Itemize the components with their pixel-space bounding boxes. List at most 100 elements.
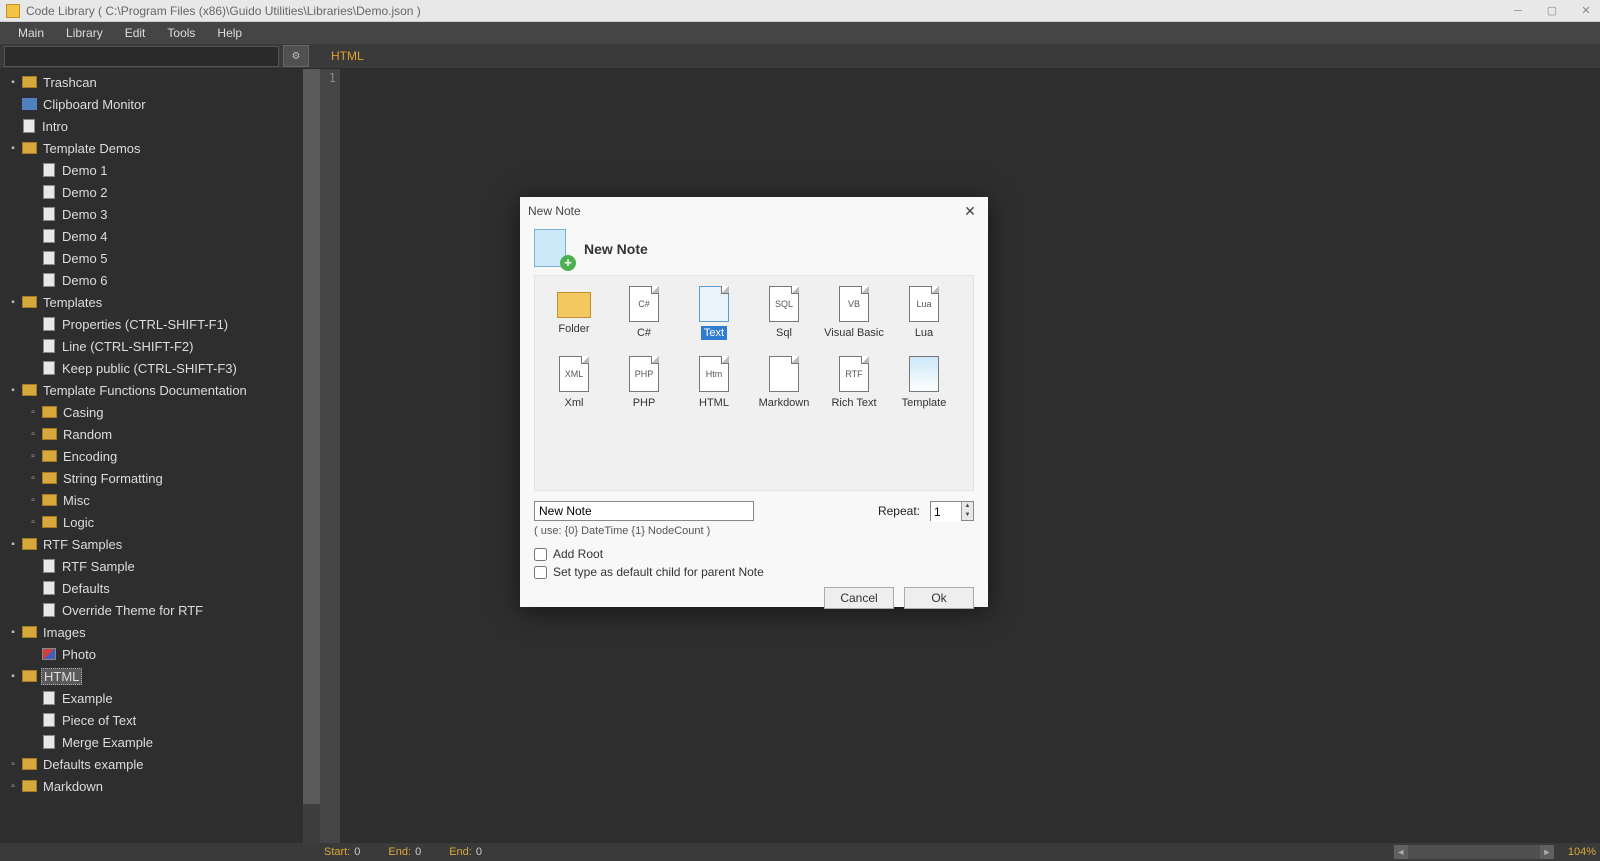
type-option[interactable]: XMLXml: [539, 352, 609, 422]
tree-item[interactable]: Defaults: [0, 577, 303, 599]
expand-icon[interactable]: ▫: [26, 429, 40, 440]
repeat-label: Repeat:: [878, 504, 920, 518]
menu-edit[interactable]: Edit: [115, 24, 156, 42]
file-icon: PHP: [629, 356, 659, 392]
expand-icon[interactable]: ▫: [26, 473, 40, 484]
tree-item[interactable]: ▪HTML: [0, 665, 303, 687]
spin-down[interactable]: ▼: [962, 511, 973, 520]
type-option[interactable]: LuaLua: [889, 282, 959, 352]
check-add-root[interactable]: Add Root: [534, 547, 974, 561]
tree-item[interactable]: ▪Templates: [0, 291, 303, 313]
expand-icon[interactable]: ▫: [26, 451, 40, 462]
type-option[interactable]: VBVisual Basic: [819, 282, 889, 352]
tree-item[interactable]: ▫Markdown: [0, 775, 303, 797]
collapse-icon[interactable]: ▪: [6, 385, 20, 396]
collapse-icon[interactable]: ▪: [6, 627, 20, 638]
settings-button[interactable]: ⚙: [283, 45, 309, 67]
type-option[interactable]: Template: [889, 352, 959, 422]
tree-item[interactable]: Override Theme for RTF: [0, 599, 303, 621]
tree-item-label: Trashcan: [41, 74, 99, 91]
check-default-type[interactable]: Set type as default child for parent Not…: [534, 565, 974, 579]
type-option[interactable]: PHP PHP: [609, 352, 679, 422]
folder-icon: [42, 516, 57, 528]
collapse-icon[interactable]: ▪: [6, 671, 20, 682]
tree-item[interactable]: ▫Casing: [0, 401, 303, 423]
expand-icon[interactable]: ▫: [6, 781, 20, 792]
repeat-spinner[interactable]: ▲▼: [930, 501, 974, 521]
tree-item[interactable]: ▪Template Demos: [0, 137, 303, 159]
tree-item[interactable]: ▫ Logic: [0, 511, 303, 533]
note-name-input[interactable]: [534, 501, 754, 521]
collapse-icon[interactable]: ▪: [6, 297, 20, 308]
sidebar-scrollbar[interactable]: [303, 69, 320, 843]
tree-item[interactable]: ▪RTF Samples: [0, 533, 303, 555]
expand-icon[interactable]: ▫: [26, 517, 40, 528]
repeat-input[interactable]: [931, 502, 961, 522]
tree-item[interactable]: ▫Encoding: [0, 445, 303, 467]
file-icon: [43, 603, 55, 617]
tree-item[interactable]: Example: [0, 687, 303, 709]
tree-item[interactable]: Demo 2: [0, 181, 303, 203]
ok-button[interactable]: Ok: [904, 587, 974, 609]
type-option[interactable]: Markdown: [749, 352, 819, 422]
maximize-button[interactable]: ▢: [1544, 3, 1560, 19]
tree-item[interactable]: Keep public (CTRL-SHIFT-F3): [0, 357, 303, 379]
tree-item[interactable]: Clipboard Monitor: [0, 93, 303, 115]
menu-library[interactable]: Library: [56, 24, 113, 42]
file-icon: [43, 163, 55, 177]
tree-item[interactable]: Demo 6: [0, 269, 303, 291]
new-note-icon: +: [534, 229, 574, 269]
expand-icon[interactable]: ▫: [26, 407, 40, 418]
tree-item[interactable]: ▫String Formatting: [0, 467, 303, 489]
tree-item-label: Template Functions Documentation: [41, 382, 249, 399]
tree-item[interactable]: Piece of Text: [0, 709, 303, 731]
type-option[interactable]: RTFRich Text: [819, 352, 889, 422]
tree-item[interactable]: ▫Defaults example: [0, 753, 303, 775]
expand-icon[interactable]: ▫: [26, 495, 40, 506]
tree-item-label: Random: [61, 426, 114, 443]
type-option[interactable]: Text: [679, 282, 749, 352]
minimize-button[interactable]: ─: [1510, 3, 1526, 19]
tree-item[interactable]: Properties (CTRL-SHIFT-F1): [0, 313, 303, 335]
tree-item-label: Logic: [61, 514, 96, 531]
expand-icon[interactable]: ▫: [6, 759, 20, 770]
tree-item[interactable]: Intro: [0, 115, 303, 137]
window-title: Code Library ( C:\Program Files (x86)\Gu…: [26, 4, 1510, 18]
zoom-level[interactable]: 104%: [1568, 846, 1596, 858]
tree-item[interactable]: ▫ Random: [0, 423, 303, 445]
tree-item[interactable]: ▫Misc: [0, 489, 303, 511]
menu-help[interactable]: Help: [207, 24, 252, 42]
tree-item[interactable]: Demo 5: [0, 247, 303, 269]
type-option[interactable]: C#C#: [609, 282, 679, 352]
tree-item[interactable]: Demo 3: [0, 203, 303, 225]
type-option[interactable]: HtmHTML: [679, 352, 749, 422]
tree-item[interactable]: Line (CTRL-SHIFT-F2): [0, 335, 303, 357]
folder-icon: [42, 494, 57, 506]
type-option[interactable]: Folder: [539, 282, 609, 352]
tree-item[interactable]: Demo 1: [0, 159, 303, 181]
spin-up[interactable]: ▲: [962, 502, 973, 511]
tree-item[interactable]: ▪ Trashcan: [0, 71, 303, 93]
editor-tab[interactable]: HTML: [323, 45, 372, 67]
collapse-icon[interactable]: ▪: [6, 539, 20, 550]
search-input[interactable]: [4, 46, 279, 67]
photo-icon: [42, 648, 56, 660]
horizontal-scrollbar[interactable]: ◄►: [1394, 845, 1554, 859]
tree-item[interactable]: ▪ Template Functions Documentation: [0, 379, 303, 401]
tree-item[interactable]: Merge Example: [0, 731, 303, 753]
file-icon: [43, 361, 55, 375]
tree-item[interactable]: Demo 4: [0, 225, 303, 247]
tree-item[interactable]: Photo: [0, 643, 303, 665]
cancel-button[interactable]: Cancel: [824, 587, 894, 609]
file-icon: [699, 286, 729, 322]
type-label: PHP: [630, 396, 659, 410]
type-option[interactable]: SQLSql: [749, 282, 819, 352]
tree-item[interactable]: RTF Sample: [0, 555, 303, 577]
menu-tools[interactable]: Tools: [157, 24, 205, 42]
tree-item[interactable]: ▪Images: [0, 621, 303, 643]
collapse-icon[interactable]: ▪: [6, 77, 20, 88]
dialog-close-button[interactable]: ✕: [960, 201, 980, 221]
collapse-icon[interactable]: ▪: [6, 143, 20, 154]
close-button[interactable]: ✕: [1578, 3, 1594, 19]
menu-main[interactable]: Main: [8, 24, 54, 42]
